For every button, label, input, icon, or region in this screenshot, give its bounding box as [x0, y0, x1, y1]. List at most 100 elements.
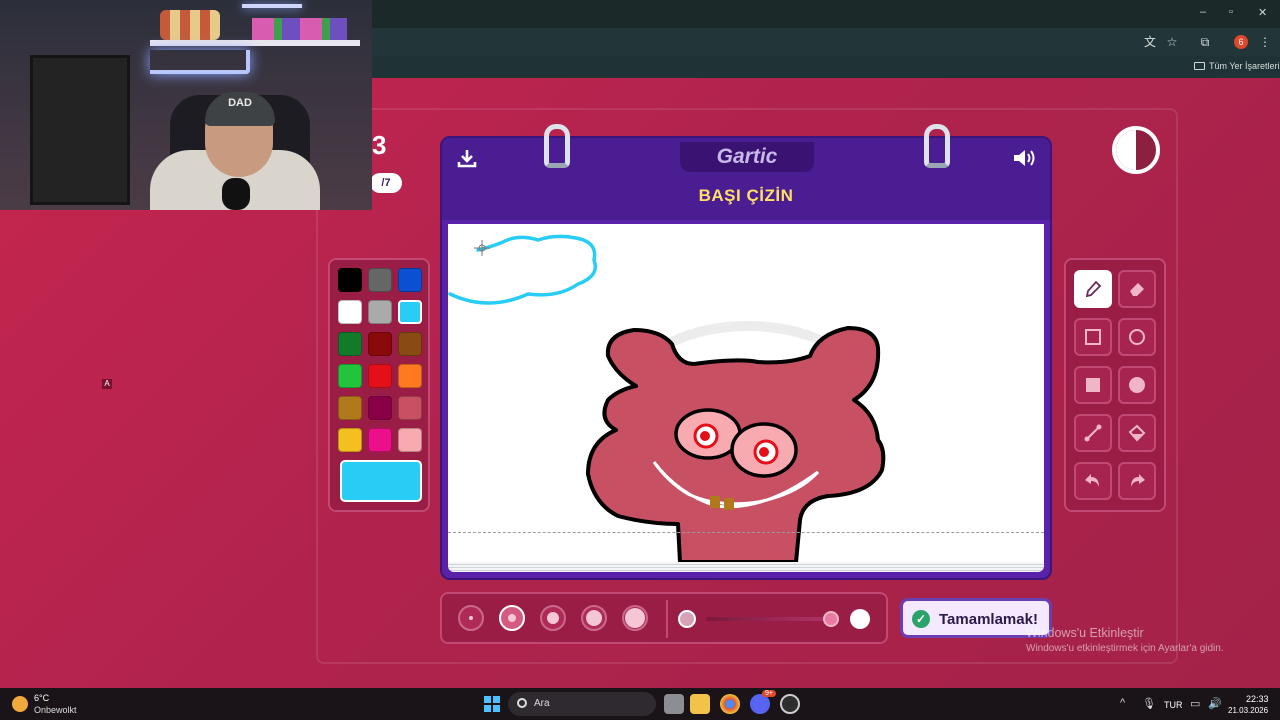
download-icon[interactable] — [454, 148, 480, 170]
webcam-toy-box — [252, 18, 347, 40]
color-swatch[interactable] — [338, 300, 362, 324]
drawing-instruction: BAŞI ÇİZİN — [698, 186, 794, 205]
opacity-slider[interactable] — [706, 617, 836, 621]
drawing-canvas[interactable] — [448, 224, 1044, 562]
overlay-marker: A — [102, 379, 112, 389]
activate-windows-subtitle: Windows'u etkinleştirmek için Ayarlar'a … — [1026, 643, 1224, 654]
color-swatch[interactable] — [338, 428, 362, 452]
color-swatch[interactable] — [368, 268, 392, 292]
color-swatch[interactable] — [398, 396, 422, 420]
color-swatch[interactable] — [368, 428, 392, 452]
webcam-overlay: DAD — [0, 0, 372, 210]
file-explorer-icon[interactable] — [690, 694, 710, 714]
binder-ring-right — [924, 124, 950, 168]
webcam-neon-light — [150, 50, 250, 74]
brush-size-dot — [586, 610, 602, 626]
rectangle-outline-tool-icon[interactable] — [1074, 318, 1112, 356]
page-edge — [448, 562, 1044, 572]
extensions-icon[interactable]: ⧉ — [1197, 34, 1213, 50]
clock-date[interactable]: 21.03.2026 — [1228, 706, 1268, 715]
windows-taskbar: 6°C Onbewolkt Ara 9+ ^ 🎙 TUR ▭ 🔊 22:33 2… — [0, 688, 1280, 720]
drawing-board: Gartic BAŞI ÇİZİN — [440, 124, 1052, 580]
webcam-shelf — [150, 40, 360, 46]
brush-size-dot — [547, 612, 559, 624]
brush-size-button[interactable] — [622, 605, 648, 631]
folder-icon — [1194, 62, 1205, 70]
menu-kebab-icon[interactable]: ⋮ — [1257, 34, 1273, 50]
ellipse-outline-tool-icon[interactable] — [1118, 318, 1156, 356]
volume-icon[interactable]: 🔊 — [1208, 697, 1222, 710]
taskbar-search[interactable]: Ara — [508, 692, 656, 716]
discord-icon[interactable] — [750, 694, 770, 714]
windows-start-icon[interactable] — [484, 696, 500, 712]
redo-icon[interactable] — [1118, 462, 1156, 500]
color-swatch[interactable] — [398, 268, 422, 292]
tray-chevron-icon[interactable]: ^ — [1120, 697, 1125, 709]
color-swatch[interactable] — [368, 396, 392, 420]
clock-icon — [1112, 126, 1160, 174]
brush-size-button[interactable] — [540, 605, 566, 631]
chrome-icon[interactable] — [720, 694, 740, 714]
search-placeholder: Ara — [534, 698, 550, 709]
color-swatch[interactable] — [338, 268, 362, 292]
maximize-button[interactable]: ▫ — [1229, 6, 1233, 18]
webcam-figurines — [160, 10, 220, 40]
canvas-drawing — [448, 234, 886, 562]
ellipse-filled-tool-icon[interactable] — [1118, 366, 1156, 404]
timer-countdown: 3 — [372, 130, 387, 160]
color-swatch[interactable] — [398, 300, 422, 324]
color-swatch[interactable] — [398, 332, 422, 356]
task-view-icon[interactable] — [664, 694, 684, 714]
color-swatch[interactable] — [338, 364, 362, 388]
minimize-button[interactable]: – — [1200, 6, 1206, 18]
current-color-preview — [340, 460, 422, 502]
color-swatch[interactable] — [338, 396, 362, 420]
tool-panel — [1064, 258, 1166, 512]
weather-temperature: 6°C — [34, 693, 50, 703]
done-button-label: Tamamlamak! — [939, 611, 1038, 628]
clock-time[interactable]: 22:33 — [1246, 694, 1269, 704]
undo-icon[interactable] — [1074, 462, 1112, 500]
fill-bucket-tool-icon[interactable] — [1118, 414, 1156, 452]
language-indicator[interactable]: TUR — [1164, 700, 1183, 710]
microphone-icon[interactable]: 🎙 — [1142, 697, 1156, 710]
pencil-tool-icon[interactable] — [1074, 270, 1112, 308]
activate-windows-title: Windows'u Etkinleştir — [1026, 626, 1144, 640]
sound-icon[interactable] — [1012, 148, 1038, 170]
profile-avatar[interactable]: 6 — [1234, 35, 1248, 49]
color-swatch[interactable] — [338, 332, 362, 356]
color-swatch[interactable] — [368, 300, 392, 324]
brush-size-button[interactable] — [581, 605, 607, 631]
brush-size-dot — [508, 614, 516, 622]
brush-size-button[interactable] — [458, 605, 484, 631]
color-swatch[interactable] — [368, 332, 392, 356]
translate-icon[interactable]: 文 — [1142, 34, 1158, 50]
line-tool-icon[interactable] — [1074, 414, 1112, 452]
close-window-button[interactable]: ✕ — [1258, 6, 1267, 19]
canvas-guide-line — [448, 532, 1044, 533]
round-badge: /7 — [370, 173, 402, 193]
binder-ring-left — [544, 124, 570, 168]
network-icon[interactable]: ▭ — [1190, 697, 1200, 710]
eraser-tool-icon[interactable] — [1118, 270, 1156, 308]
brush-size-button[interactable] — [499, 605, 525, 631]
rectangle-filled-tool-icon[interactable] — [1074, 366, 1112, 404]
color-palette — [328, 258, 430, 512]
opacity-max-icon — [850, 609, 870, 629]
opacity-slider-thumb[interactable] — [823, 611, 839, 627]
all-bookmarks-link[interactable]: Tüm Yer İşaretleri — [1209, 61, 1280, 71]
color-swatch[interactable] — [398, 364, 422, 388]
weather-description: Onbewolkt — [34, 705, 77, 715]
color-swatch[interactable] — [368, 364, 392, 388]
search-icon — [517, 698, 527, 708]
color-swatch[interactable] — [398, 428, 422, 452]
bookmark-star-icon[interactable]: ☆ — [1164, 34, 1180, 50]
opacity-min-icon — [678, 610, 696, 628]
divider — [666, 600, 668, 638]
webcam-neon-light-top — [242, 4, 302, 8]
weather-moon-icon[interactable] — [12, 696, 28, 712]
game-logo: Gartic — [716, 145, 778, 168]
check-icon: ✓ — [912, 610, 930, 628]
obs-icon[interactable] — [780, 694, 800, 714]
board-header: Gartic BAŞI ÇİZİN — [442, 138, 1050, 220]
